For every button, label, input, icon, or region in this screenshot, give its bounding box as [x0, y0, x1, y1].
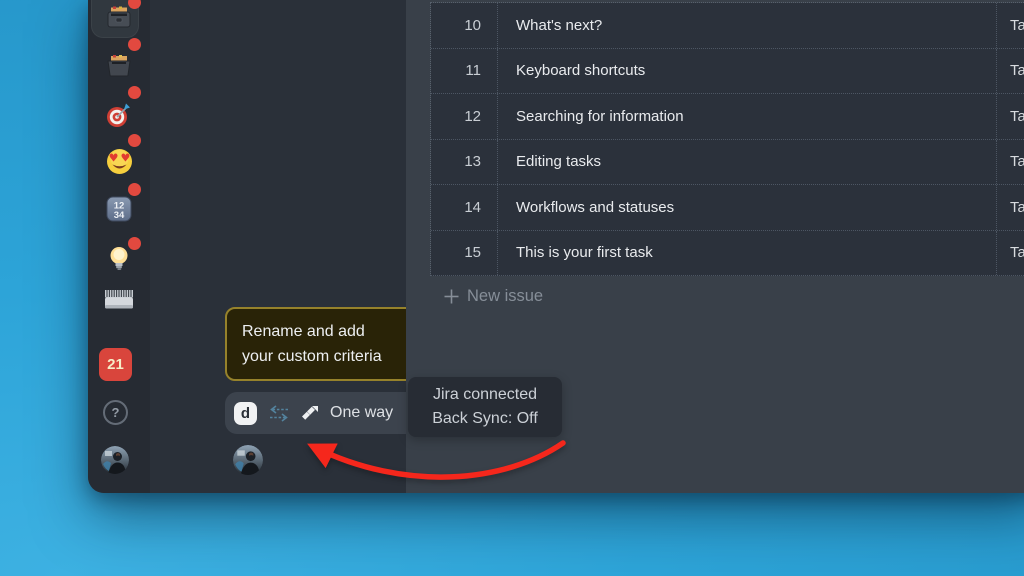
row-number: 13 [431, 140, 498, 185]
desktop-background: ♥ ♥ 12 34 [0, 0, 1024, 576]
row-title: Editing tasks [498, 140, 997, 185]
row-number: 15 [431, 231, 498, 276]
row-number: 11 [431, 49, 498, 94]
notification-dot [128, 38, 141, 51]
two-way-sync-icon [268, 405, 290, 422]
row-title: Workflows and statuses [498, 185, 997, 230]
avatar-photo-icon [101, 446, 129, 474]
d-app-logo-icon: d [234, 402, 257, 425]
table-row[interactable]: 10 What's next? Ta [431, 3, 1024, 49]
badge-count: 21 [107, 356, 124, 373]
sidebar-item-card-file-box[interactable] [88, 4, 150, 30]
sidebar-item-light-bulb[interactable] [88, 245, 150, 273]
row-tag: Ta [997, 140, 1024, 185]
list-panel: Rename and add your custom criteria d [150, 0, 406, 493]
table-row[interactable]: 15 This is your first task Ta [431, 231, 1024, 277]
sidebar-item-heart-eyes[interactable]: ♥ ♥ [88, 148, 150, 175]
issue-table: 10 What's next? Ta 11 Keyboard shortcuts… [430, 2, 1024, 276]
notification-dot [128, 134, 141, 147]
row-number: 14 [431, 185, 498, 230]
row-tag: Ta [997, 49, 1024, 94]
table-row[interactable]: 14 Workflows and statuses Ta [431, 185, 1024, 231]
row-tag: Ta [997, 231, 1024, 276]
new-issue-label: New issue [467, 287, 543, 306]
jira-logo-icon [301, 404, 319, 422]
svg-text:♥: ♥ [108, 152, 118, 165]
row-tag: Ta [997, 3, 1024, 48]
sync-mode-label: One way [330, 404, 393, 422]
light-bulb-icon [107, 245, 131, 273]
plus-icon [444, 289, 459, 304]
jira-connected-tooltip: Jira connected Back Sync: Off [408, 377, 562, 437]
table-row[interactable]: 11 Keyboard shortcuts Ta [431, 49, 1024, 95]
row-title: Searching for information [498, 94, 997, 139]
app-window: ♥ ♥ 12 34 [88, 0, 1024, 493]
sidebar-item-date-badge[interactable]: 21 [99, 348, 132, 381]
help-button[interactable]: ? [103, 400, 128, 425]
new-issue-button[interactable]: New issue [444, 287, 543, 306]
row-number: 12 [431, 94, 498, 139]
row-tag: Ta [997, 185, 1024, 230]
question-mark-icon: ? [112, 405, 120, 420]
tooltip-line: Back Sync: Off [432, 407, 538, 431]
input-numbers-icon: 12 34 [106, 196, 132, 222]
sidebar-item-card-index-dividers[interactable] [88, 53, 150, 77]
heart-eyes-icon: ♥ ♥ [106, 148, 133, 175]
row-title: Keyboard shortcuts [498, 49, 997, 94]
row-tag: Ta [997, 94, 1024, 139]
row-title: This is your first task [498, 231, 997, 276]
sidebar-item-dart-target[interactable] [88, 101, 150, 129]
svg-text:34: 34 [114, 210, 125, 221]
sidebar-item-input-numbers[interactable]: 12 34 [88, 196, 150, 222]
svg-text:♥: ♥ [120, 152, 130, 165]
dart-target-icon [105, 101, 133, 129]
sidebar-item-spiral-notepad[interactable] [88, 289, 150, 311]
notification-dot [128, 86, 141, 99]
row-number: 10 [431, 3, 498, 48]
sidebar-rail: ♥ ♥ 12 34 [88, 0, 150, 493]
spiral-notepad-icon [104, 289, 134, 311]
card-file-box-icon [105, 4, 133, 30]
row-title: What's next? [498, 3, 997, 48]
notification-dot [128, 237, 141, 250]
assignee-avatar[interactable] [233, 445, 263, 475]
notification-dot [128, 183, 141, 196]
table-row[interactable]: 12 Searching for information Ta [431, 94, 1024, 140]
avatar-photo-icon [233, 445, 263, 475]
tooltip-line: Jira connected [433, 383, 537, 407]
table-row[interactable]: 13 Editing tasks Ta [431, 140, 1024, 186]
card-index-dividers-icon [106, 53, 132, 77]
user-avatar[interactable] [101, 446, 129, 474]
main-content: 10 What's next? Ta 11 Keyboard shortcuts… [406, 0, 1024, 493]
